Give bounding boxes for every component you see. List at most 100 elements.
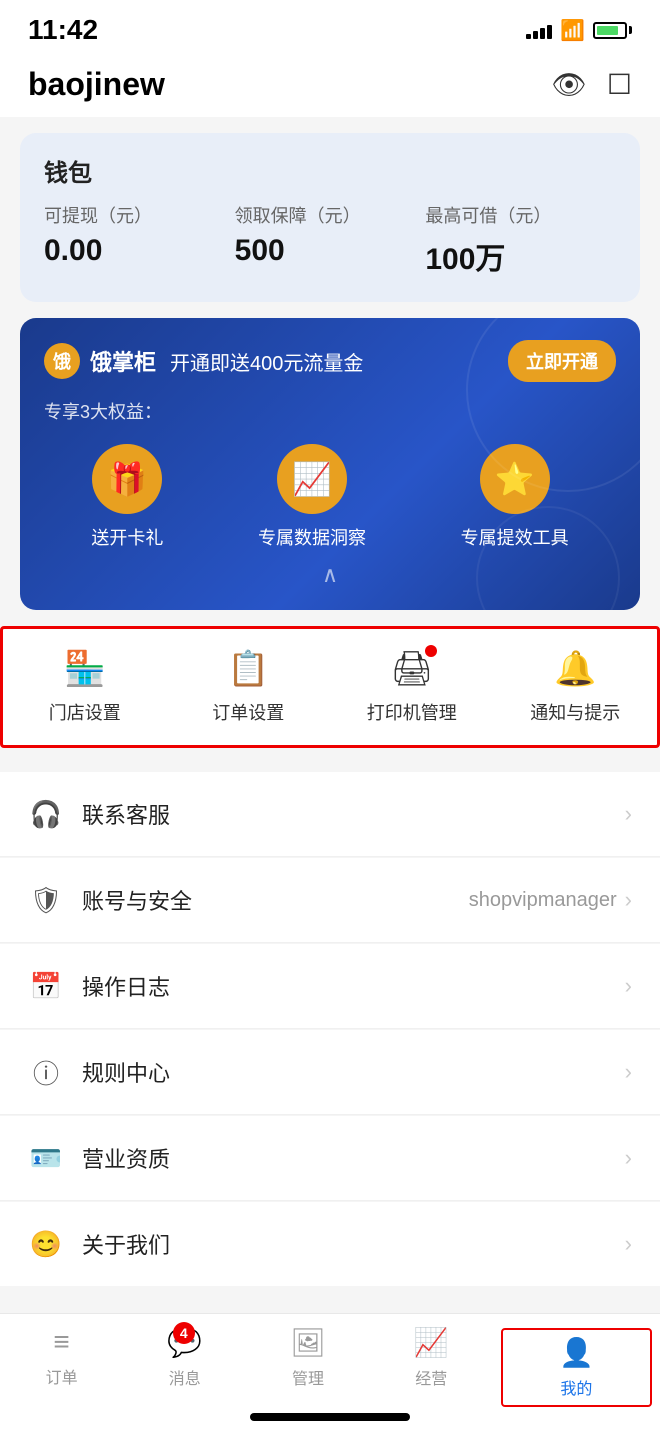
chevron-right-icon: › — [625, 1231, 632, 1257]
wallet-stat-guarantee: 领取保障（元） 500 — [235, 202, 426, 278]
nav-item-orders[interactable]: ≡ 订单 — [0, 1326, 123, 1409]
wallet-stats: 可提现（元） 0.00 领取保障（元） 500 最高可借（元） 100万 — [44, 202, 616, 278]
settings-list: 🎧 联系客服 › 🛡 账号与安全 shopvipmanager › 📅 操作日志… — [0, 772, 660, 1286]
store-icon: 🏪 — [64, 649, 106, 689]
orders-label: 订单 — [46, 1364, 78, 1388]
list-item-account-security[interactable]: 🛡 账号与安全 shopvipmanager › — [0, 858, 660, 943]
business-license-label: 营业资质 — [82, 1142, 625, 1174]
status-bar: 11:42 📶 — [0, 0, 660, 54]
info-icon: ⓘ — [28, 1054, 64, 1090]
shield-icon: 🛡 — [28, 882, 64, 918]
wallet-card: 钱包 可提现（元） 0.00 领取保障（元） 500 最高可借（元） 100万 — [20, 133, 640, 302]
orders-icon: ≡ — [53, 1326, 69, 1358]
benefit-gift-label: 送开卡礼 — [91, 524, 163, 550]
banner-benefits: 🎁 送开卡礼 📈 专属数据洞察 ⭐ 专属提效工具 — [44, 444, 616, 550]
list-item-customer-service[interactable]: 🎧 联系客服 › — [0, 772, 660, 857]
wallet-value-withdrawable: 0.00 — [44, 234, 235, 268]
list-item-operation-log[interactable]: 📅 操作日志 › — [0, 944, 660, 1029]
wallet-label-withdrawable: 可提现（元） — [44, 202, 235, 228]
eye-icon[interactable]: 👁 — [551, 68, 587, 101]
manage-label: 管理 — [292, 1365, 324, 1389]
nav-item-analytics[interactable]: 📈 经营 — [370, 1326, 493, 1409]
printer-badge — [425, 645, 437, 657]
battery-icon — [593, 22, 632, 39]
wallet-label-guarantee: 领取保障（元） — [235, 202, 426, 228]
brand-name: 饿掌柜 — [90, 345, 156, 377]
menu-label-printer: 打印机管理 — [367, 699, 457, 725]
menu-label-store: 门店设置 — [49, 699, 121, 725]
bell-icon: 🔔 — [554, 649, 596, 689]
chart-icon: 📈 — [277, 444, 347, 514]
menu-item-notifications[interactable]: 🔔 通知与提示 — [494, 649, 658, 725]
analytics-label: 经营 — [415, 1365, 447, 1389]
menu-item-order-settings[interactable]: 📋 订单设置 — [167, 649, 331, 725]
nav-item-manage[interactable]: 🖼 管理 — [246, 1326, 369, 1409]
analytics-icon: 📈 — [414, 1326, 449, 1359]
profile-label: 我的 — [560, 1375, 592, 1399]
status-time: 11:42 — [28, 14, 98, 46]
wallet-label-max-borrow: 最高可借（元） — [425, 202, 616, 228]
list-item-about[interactable]: 😊 关于我们 › — [0, 1202, 660, 1286]
activate-button[interactable]: 立即开通 — [508, 340, 616, 382]
about-label: 关于我们 — [82, 1228, 625, 1260]
benefit-data: 📈 专属数据洞察 — [258, 444, 366, 550]
section-separator — [0, 760, 660, 772]
banner-slogan: 开通即送400元流量金 — [170, 347, 363, 376]
menu-item-printer[interactable]: 🖨 打印机管理 — [330, 649, 494, 725]
menu-label-order: 订单设置 — [212, 699, 284, 725]
id-card-icon: 🪪 — [28, 1140, 64, 1176]
scan-icon[interactable]: ☐ — [607, 68, 632, 101]
message-badge: 4 — [173, 1322, 195, 1344]
messages-label: 消息 — [169, 1365, 201, 1389]
benefit-gift: 🎁 送开卡礼 — [91, 444, 163, 550]
about-icon: 😊 — [28, 1226, 64, 1262]
operation-log-label: 操作日志 — [82, 970, 625, 1002]
settings-menu-grid: 🏪 门店设置 📋 订单设置 🖨 打印机管理 🔔 通知与提示 — [0, 626, 660, 748]
wallet-value-guarantee: 500 — [235, 234, 426, 268]
star-icon: ⭐ — [480, 444, 550, 514]
customer-service-label: 联系客服 — [82, 798, 625, 830]
chevron-right-icon: › — [625, 1145, 632, 1171]
wallet-value-max-borrow: 100万 — [425, 234, 616, 278]
list-item-business-license[interactable]: 🪪 营业资质 › — [0, 1116, 660, 1201]
brand-logo: 饿 — [44, 343, 80, 379]
page-title: baojinew — [28, 66, 165, 103]
signal-icon — [526, 21, 552, 39]
banner-collapse-arrow[interactable]: ∧ — [44, 562, 616, 588]
chevron-right-icon: › — [625, 1059, 632, 1085]
brand-logo-text: 饿 — [53, 348, 71, 374]
wallet-title: 钱包 — [44, 153, 616, 188]
banner-brand: 饿 饿掌柜 开通即送400元流量金 — [44, 343, 363, 379]
profile-icon: 👤 — [559, 1336, 594, 1369]
order-settings-icon: 📋 — [227, 649, 269, 689]
rules-label: 规则中心 — [82, 1056, 625, 1088]
bottom-navigation: ≡ 订单 💬 4 消息 🖼 管理 📈 经营 👤 我的 — [0, 1313, 660, 1429]
menu-item-store-settings[interactable]: 🏪 门店设置 — [3, 649, 167, 725]
account-security-label: 账号与安全 — [82, 884, 469, 916]
promotion-banner[interactable]: 饿 饿掌柜 开通即送400元流量金 立即开通 专享3大权益： 🎁 送开卡礼 📈 … — [20, 318, 640, 610]
chevron-right-icon: › — [625, 973, 632, 999]
gift-icon: 🎁 — [92, 444, 162, 514]
chevron-right-icon: › — [625, 887, 632, 913]
wifi-icon: 📶 — [560, 18, 585, 43]
page-header: baojinew 👁 ☐ — [0, 54, 660, 117]
benefit-tools: ⭐ 专属提效工具 — [461, 444, 569, 550]
wallet-stat-withdrawable: 可提现（元） 0.00 — [44, 202, 235, 278]
banner-header: 饿 饿掌柜 开通即送400元流量金 立即开通 — [44, 340, 616, 382]
header-actions: 👁 ☐ — [551, 68, 632, 101]
nav-item-profile[interactable]: 👤 我的 — [501, 1328, 652, 1407]
home-indicator — [250, 1413, 410, 1421]
manage-icon: 🖼 — [290, 1326, 326, 1359]
wallet-stat-max-borrow: 最高可借（元） 100万 — [425, 202, 616, 278]
banner-subtitle: 专享3大权益： — [44, 398, 616, 424]
chevron-right-icon: › — [625, 801, 632, 827]
benefit-tools-label: 专属提效工具 — [461, 524, 569, 550]
printer-icon: 🖨 — [390, 649, 433, 689]
status-icons: 📶 — [526, 18, 632, 43]
calendar-icon: 📅 — [28, 968, 64, 1004]
benefit-data-label: 专属数据洞察 — [258, 524, 366, 550]
menu-label-notification: 通知与提示 — [530, 699, 620, 725]
nav-item-messages[interactable]: 💬 4 消息 — [123, 1326, 246, 1409]
account-security-value: shopvipmanager — [469, 889, 617, 912]
list-item-rules[interactable]: ⓘ 规则中心 › — [0, 1030, 660, 1115]
